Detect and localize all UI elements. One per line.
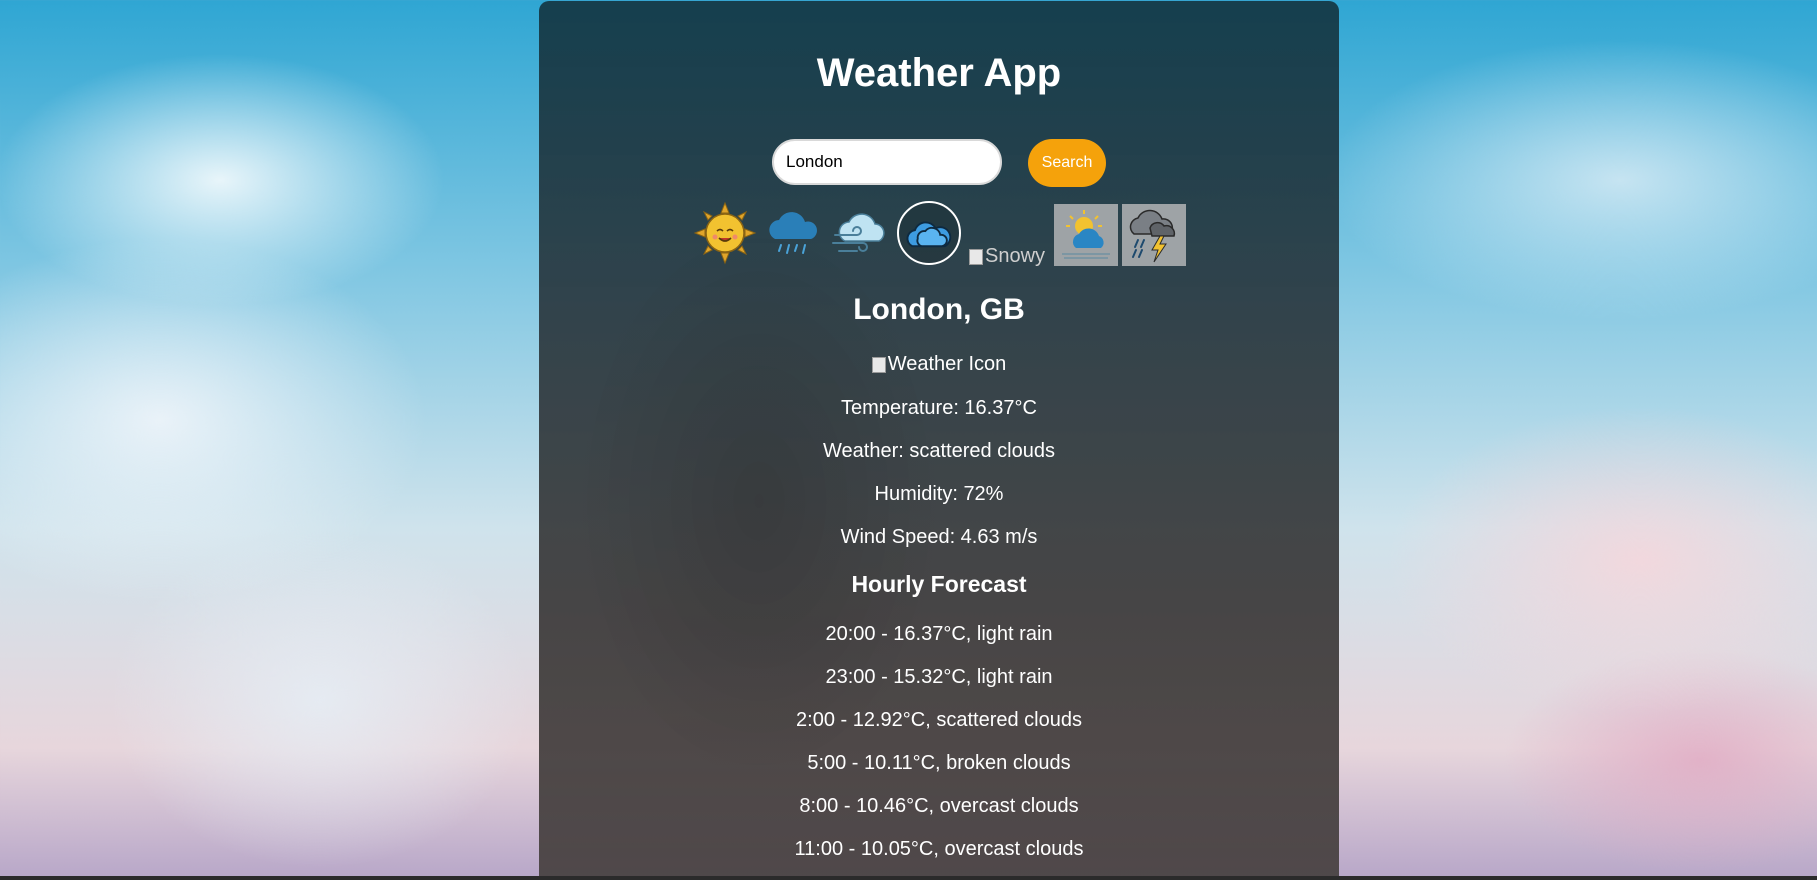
city-search-input[interactable] <box>772 139 1002 185</box>
search-row: Search <box>539 139 1339 187</box>
snowy-icon[interactable]: Snowy <box>969 245 1045 268</box>
sunny-icon[interactable] <box>693 201 757 265</box>
weather-panel: Weather App Search <box>539 1 1339 880</box>
hourly-forecast-item: 8:00 - 10.46°C, overcast clouds <box>799 795 1079 817</box>
city-name: London, GB <box>853 293 1025 326</box>
window-bottom-edge <box>0 876 1817 880</box>
snowy-alt-text: Snowy <box>985 245 1046 267</box>
broken-image-icon <box>969 248 983 265</box>
cloudy-icon[interactable] <box>897 201 961 265</box>
rainy-icon[interactable] <box>761 201 825 265</box>
weather-description-text: Weather: scattered clouds <box>823 440 1055 462</box>
humidity-text: Humidity: 72% <box>874 483 1004 505</box>
windy-icon[interactable] <box>829 201 893 265</box>
weather-icon-alt-text: Weather Icon <box>887 353 1007 375</box>
hourly-forecast-item: 23:00 - 15.32°C, light rain <box>825 666 1053 688</box>
weather-icon: Weather Icon <box>539 353 1339 376</box>
broken-image-icon <box>871 356 886 373</box>
partly-cloudy-icon[interactable] <box>1054 204 1118 266</box>
app-title: Weather App <box>816 51 1062 95</box>
hourly-forecast-title: Hourly Forecast <box>851 571 1027 597</box>
hourly-forecast-item: 2:00 - 12.92°C, scattered clouds <box>796 709 1082 731</box>
hourly-forecast-item: 5:00 - 10.11°C, broken clouds <box>807 752 1071 774</box>
search-button[interactable]: Search <box>1028 139 1106 187</box>
condition-icon-row: Snowy <box>539 201 1339 267</box>
hourly-forecast-item: 11:00 - 10.05°C, overcast clouds <box>794 838 1084 860</box>
temperature-text: Temperature: 16.37°C <box>841 397 1037 419</box>
wind-speed-text: Wind Speed: 4.63 m/s <box>840 526 1038 548</box>
hourly-forecast-item: 20:00 - 16.37°C, light rain <box>825 623 1053 645</box>
thunderstorm-icon[interactable] <box>1122 204 1186 266</box>
